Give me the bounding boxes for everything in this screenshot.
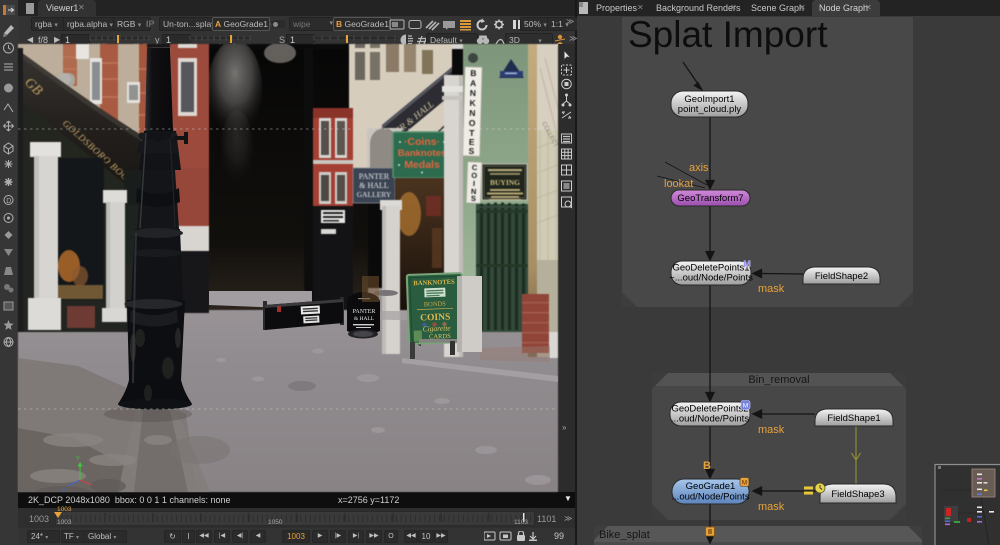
svg-text:point_cloud.ply: point_cloud.ply — [678, 104, 742, 115]
svg-text:GeoGrade1: GeoGrade1 — [686, 481, 736, 492]
svg-text:~...oud/Node/Points: ~...oud/Node/Points — [669, 273, 753, 284]
svg-text:PANTER: PANTER — [353, 309, 376, 315]
svg-text:mask: mask — [758, 501, 785, 513]
svg-text:...oud/Node/Points: ...oud/Node/Points — [671, 414, 749, 425]
svg-text:mask: mask — [758, 424, 785, 436]
svg-text:FieldShape2: FieldShape2 — [815, 271, 868, 282]
svg-text:B: B — [703, 460, 711, 472]
svg-text:FieldShape1: FieldShape1 — [827, 413, 880, 424]
svg-text:lookat: lookat — [664, 178, 693, 190]
svg-text:M: M — [743, 259, 751, 269]
svg-text:Cigarette: Cigarette — [422, 323, 451, 333]
svg-text:mask: mask — [758, 283, 785, 295]
svg-text:»: » — [562, 423, 567, 432]
svg-text:Splat Import: Splat Import — [628, 16, 828, 55]
svg-text:Bin_removal: Bin_removal — [748, 374, 809, 386]
svg-text:M: M — [742, 480, 747, 487]
svg-text:axis: axis — [689, 162, 709, 174]
svg-text:D: D — [6, 198, 11, 205]
svg-text:BANKNOTES: BANKNOTES — [413, 279, 455, 287]
svg-text:& HALL: & HALL — [354, 316, 375, 322]
svg-text:COINS: COINS — [420, 312, 450, 323]
svg-text:BONDS: BONDS — [424, 301, 447, 309]
svg-text:...oud/Node/Points: ...oud/Node/Points — [671, 492, 749, 503]
svg-text:M: M — [743, 403, 748, 410]
svg-text:FieldShape3: FieldShape3 — [831, 489, 884, 500]
svg-text:Y: Y — [76, 456, 80, 462]
svg-text:Bike_splat: Bike_splat — [599, 529, 650, 541]
svg-text:GeoTransform7: GeoTransform7 — [677, 193, 743, 204]
